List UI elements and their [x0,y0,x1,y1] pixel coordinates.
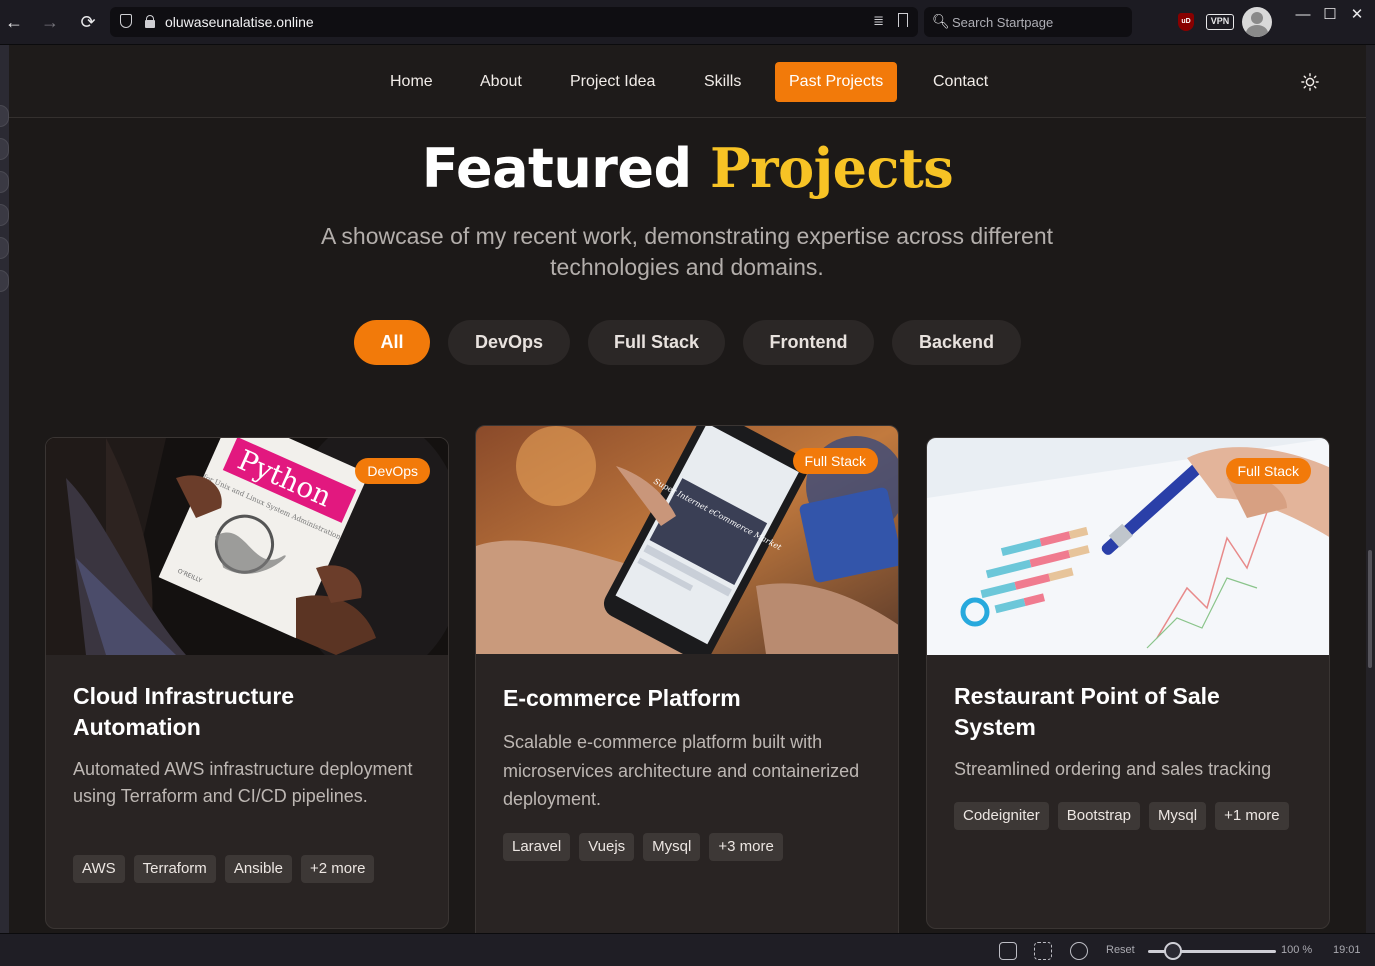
tech-tag: AWS [73,855,125,883]
filter-backend[interactable]: Backend [892,320,1021,365]
filter-full-stack[interactable]: Full Stack [588,320,725,365]
project-description: Automated AWS infrastructure deployment … [73,759,413,806]
tech-tag: Codeigniter [954,802,1049,830]
page-tiling-icon[interactable] [1034,942,1052,960]
tech-tag-more: +3 more [709,833,783,861]
bookmark-icon[interactable] [898,13,908,27]
page-scrollbar[interactable] [1366,45,1375,933]
lock-icon[interactable] [145,15,155,28]
nav-past-projects[interactable]: Past Projects [775,62,898,102]
search-icon: 🔍︎ [932,13,950,29]
sidebar-tab-icon[interactable] [0,237,9,259]
sidebar-strip [0,45,9,933]
project-card[interactable]: Full Stack Restaurant Point of Sale Syst… [926,437,1330,929]
project-title: Cloud Infrastructure Automation [73,683,295,740]
zoom-level: 100 % [1281,944,1313,956]
reader-view-icon[interactable]: ≣ [873,13,884,29]
screenshot-icon[interactable] [999,942,1017,960]
filter-all[interactable]: All [354,320,430,365]
reload-icon[interactable]: ⟳ [76,10,100,34]
sidebar-tab-icon[interactable] [0,138,9,160]
filter-devops[interactable]: DevOps [448,320,570,365]
search-placeholder: Search Startpage [952,15,1054,30]
tech-tag: Bootstrap [1057,802,1140,830]
tech-tag: Ansible [224,855,293,883]
filter-frontend[interactable]: Frontend [743,320,874,365]
nav-project-idea[interactable]: Project Idea [556,62,669,102]
minimize-icon[interactable]: — [1293,6,1313,26]
nav-contact[interactable]: Contact [919,62,1002,102]
nav-about[interactable]: About [466,62,536,102]
back-icon[interactable]: ← [2,10,26,34]
clock: 19:01 [1333,944,1361,956]
project-title: Restaurant Point of Sale System [954,683,1220,740]
tech-tag: Mysql [1148,802,1207,830]
vpn-icon[interactable]: VPN [1206,14,1234,30]
title-main: Featured [421,137,692,200]
tech-tag: Laravel [503,833,571,861]
tag-list: Laravel Vuejs Mysql +3 more [503,833,783,861]
page-title: Featured Projects [9,136,1366,200]
sidebar-tab-icon[interactable] [0,204,9,226]
category-badge: DevOps [355,458,430,484]
project-card[interactable]: Python for Unix and Linux System Adminis… [45,437,449,929]
nav-skills[interactable]: Skills [690,62,755,102]
sidebar-tab-icon[interactable] [0,171,9,193]
category-badge: Full Stack [792,448,878,474]
account-avatar[interactable] [1242,7,1272,37]
sidebar-tab-icon[interactable] [0,105,9,127]
url-text[interactable]: oluwaseunalatise.online [165,14,314,30]
tech-tag-more: +1 more [1215,802,1289,830]
project-description: Streamlined ordering and sales tracking [954,759,1272,779]
page-subtitle: A showcase of my recent work, demonstrat… [320,223,1054,280]
scrollbar-thumb[interactable] [1368,550,1372,668]
tag-list: AWS Terraform Ansible +2 more [73,855,375,883]
tag-list: Codeigniter Bootstrap Mysql +1 more [954,802,1289,830]
maximize-icon[interactable]: ☐ [1320,6,1340,26]
category-badge: Full Stack [1225,458,1311,484]
zoom-slider-handle[interactable] [1164,942,1182,960]
project-description: Scalable e-commerce platform built with … [503,732,860,809]
browser-statusbar: Reset 100 % 19:01 [0,933,1375,966]
tech-tag-more: +2 more [301,855,375,883]
title-accent: Projects [710,136,954,200]
image-toggle-icon[interactable] [1070,942,1088,960]
zoom-reset-button[interactable]: Reset [1106,944,1135,956]
nav-home[interactable]: Home [376,62,447,102]
tracking-protection-icon[interactable] [120,14,132,28]
ublock-icon[interactable]: uD [1178,13,1194,31]
address-bar[interactable]: oluwaseunalatise.online ≣ [110,7,918,37]
sidebar-tab-icon[interactable] [0,270,9,292]
close-icon[interactable]: ✕ [1347,6,1367,26]
tech-tag: Mysql [643,833,701,861]
web-page: Home About Project Idea Skills Past Proj… [9,45,1366,933]
project-card[interactable]: Super Internet eCommerce Market Full Sta… [475,425,899,933]
search-bar[interactable]: 🔍︎ Search Startpage [924,7,1132,37]
forward-icon[interactable]: → [38,10,62,34]
browser-toolbar: ← → ⟳ oluwaseunalatise.online ≣ 🔍︎ Searc… [0,0,1375,45]
site-navbar: Home About Project Idea Skills Past Proj… [9,45,1366,118]
project-title: E-commerce Platform [503,685,741,711]
tech-tag: Vuejs [579,833,635,861]
tech-tag: Terraform [133,855,216,883]
theme-toggle-sun-icon[interactable] [1301,73,1319,91]
